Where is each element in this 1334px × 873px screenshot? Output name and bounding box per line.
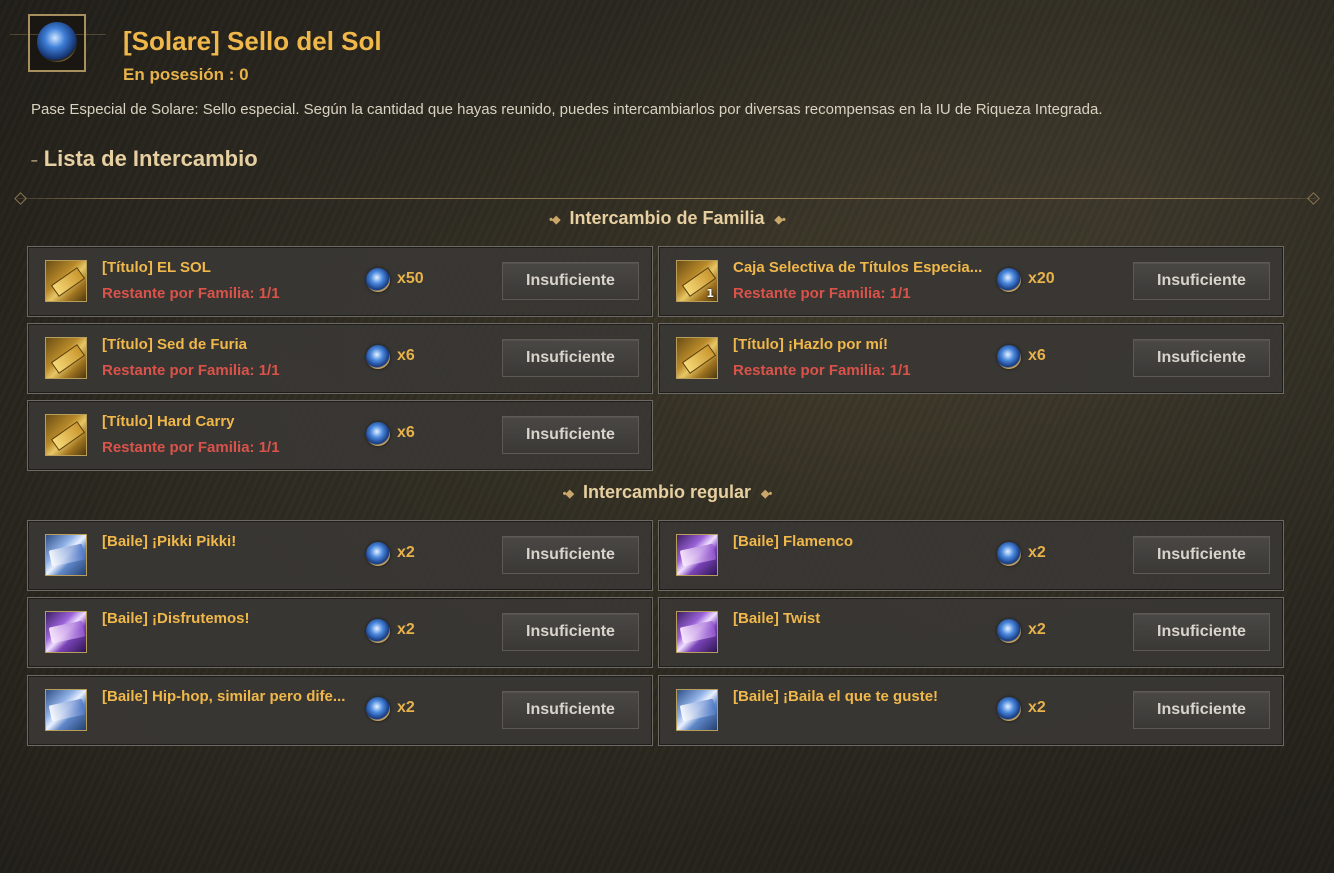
sun-seal-cost-icon <box>997 619 1021 643</box>
item-name: [Título] EL SOL <box>102 259 211 276</box>
blue-dance-ticket-icon[interactable] <box>45 534 87 576</box>
item-name: [Baile] Twist <box>733 610 821 627</box>
gold-title-ticket-icon[interactable] <box>676 337 718 379</box>
insufficient-button[interactable]: Insuficiente <box>502 262 639 300</box>
cost-quantity: x50 <box>397 270 424 287</box>
possession-count: En posesión : 0 <box>123 65 249 84</box>
item-name: [Baile] ¡Baila el que te guste! <box>733 688 939 705</box>
item-name: [Baile] ¡Pikki Pikki! <box>102 533 237 550</box>
blue-dance-ticket-icon[interactable] <box>676 689 718 731</box>
ornament-right-icon: ◆• <box>774 213 786 226</box>
cost-quantity: x2 <box>1028 621 1046 638</box>
purple-dance-ticket-icon[interactable] <box>676 611 718 653</box>
family-exchange-heading: •◆ Intercambio de Familia ◆• <box>549 208 786 228</box>
item-name: [Título] ¡Hazlo por mí! <box>733 336 888 353</box>
item-name: [Título] Sed de Furia <box>102 336 247 353</box>
exchange-card-regular-5: [Baile] ¡Baila el que te guste! x2 Insuf… <box>658 675 1284 746</box>
item-title: [Solare] Sello del Sol <box>123 26 382 56</box>
insufficient-button[interactable]: Insuficiente <box>1133 691 1270 729</box>
sun-seal-cost-icon <box>997 268 1021 292</box>
item-name: Caja Selectiva de Títulos Especia... <box>733 259 983 276</box>
cost-quantity: x2 <box>1028 699 1046 716</box>
cost-quantity: x2 <box>397 621 415 638</box>
purple-dance-ticket-icon[interactable] <box>45 611 87 653</box>
purple-dance-ticket-icon[interactable] <box>676 534 718 576</box>
cost-quantity: x20 <box>1028 270 1055 287</box>
insufficient-button[interactable]: Insuficiente <box>1133 536 1270 574</box>
insufficient-button[interactable]: Insuficiente <box>1133 262 1270 300</box>
exchange-card-family-0: [Título] EL SOL Restante por Familia: 1/… <box>27 246 653 317</box>
insufficient-button[interactable]: Insuficiente <box>1133 339 1270 377</box>
insufficient-button[interactable]: Insuficiente <box>502 536 639 574</box>
insufficient-button[interactable]: Insuficiente <box>502 691 639 729</box>
blue-dance-ticket-icon[interactable] <box>45 689 87 731</box>
exchange-list-heading: – Lista de Intercambio <box>31 146 258 171</box>
gold-title-ticket-icon[interactable] <box>45 414 87 456</box>
family-limit: Restante por Familia: 1/1 <box>733 285 911 302</box>
sun-seal-cost-icon <box>366 619 390 643</box>
sun-seal-cost-icon <box>997 697 1021 721</box>
exchange-card-regular-0: [Baile] ¡Pikki Pikki! x2 Insuficiente <box>27 520 653 591</box>
family-limit: Restante por Familia: 1/1 <box>102 439 280 456</box>
exchange-card-family-1: 1 Caja Selectiva de Títulos Especia... R… <box>658 246 1284 317</box>
insufficient-button[interactable]: Insuficiente <box>502 416 639 454</box>
family-limit: Restante por Familia: 1/1 <box>102 362 280 379</box>
exchange-card-regular-2: [Baile] ¡Disfrutemos! x2 Insuficiente <box>27 597 653 668</box>
family-limit: Restante por Familia: 1/1 <box>733 362 911 379</box>
exchange-card-family-2: [Título] Sed de Furia Restante por Famil… <box>27 323 653 394</box>
gold-title-box-icon[interactable]: 1 <box>676 260 718 302</box>
exchange-card-regular-3: [Baile] Twist x2 Insuficiente <box>658 597 1284 668</box>
cost-quantity: x6 <box>397 347 415 364</box>
gold-title-ticket-icon[interactable] <box>45 260 87 302</box>
exchange-card-regular-4: [Baile] Hip-hop, similar pero dife... x2… <box>27 675 653 746</box>
insufficient-button[interactable]: Insuficiente <box>1133 613 1270 651</box>
family-limit: Restante por Familia: 1/1 <box>102 285 280 302</box>
sun-seal-cost-icon <box>366 422 390 446</box>
item-name: [Baile] Hip-hop, similar pero dife... <box>102 688 346 705</box>
section-divider <box>18 198 1316 199</box>
ornament-left-icon: •◆ <box>549 213 560 226</box>
cost-quantity: x6 <box>1028 347 1046 364</box>
cost-quantity: x2 <box>397 544 415 561</box>
cost-quantity: x2 <box>397 699 415 716</box>
sun-seal-cost-icon <box>366 345 390 369</box>
item-name: [Baile] Flamenco <box>733 533 854 550</box>
exchange-card-regular-1: [Baile] Flamenco x2 Insuficiente <box>658 520 1284 591</box>
gold-title-ticket-icon[interactable] <box>45 337 87 379</box>
sun-seal-cost-icon <box>997 345 1021 369</box>
exchange-card-family-3: [Título] ¡Hazlo por mí! Restante por Fam… <box>658 323 1284 394</box>
sun-seal-cost-icon <box>366 542 390 566</box>
ornament-left-icon: •◆ <box>562 487 574 500</box>
cost-quantity: x6 <box>397 424 415 441</box>
exchange-card-family-4: [Título] Hard Carry Restante por Familia… <box>27 400 653 471</box>
item-name: [Baile] ¡Disfrutemos! <box>102 610 250 627</box>
sun-seal-cost-icon <box>366 697 390 721</box>
item-description: Pase Especial de Solare: Sello especial.… <box>31 101 1103 118</box>
sun-seal-icon <box>10 14 106 72</box>
regular-exchange-heading: •◆ Intercambio regular ◆• <box>562 482 773 502</box>
item-name: [Título] Hard Carry <box>102 413 235 430</box>
insufficient-button[interactable]: Insuficiente <box>502 339 639 377</box>
insufficient-button[interactable]: Insuficiente <box>502 613 639 651</box>
cost-quantity: x2 <box>1028 544 1046 561</box>
item-count: 1 <box>706 287 714 300</box>
ornament-right-icon: ◆• <box>761 487 772 500</box>
sun-seal-cost-icon <box>366 268 390 292</box>
sun-seal-cost-icon <box>997 542 1021 566</box>
